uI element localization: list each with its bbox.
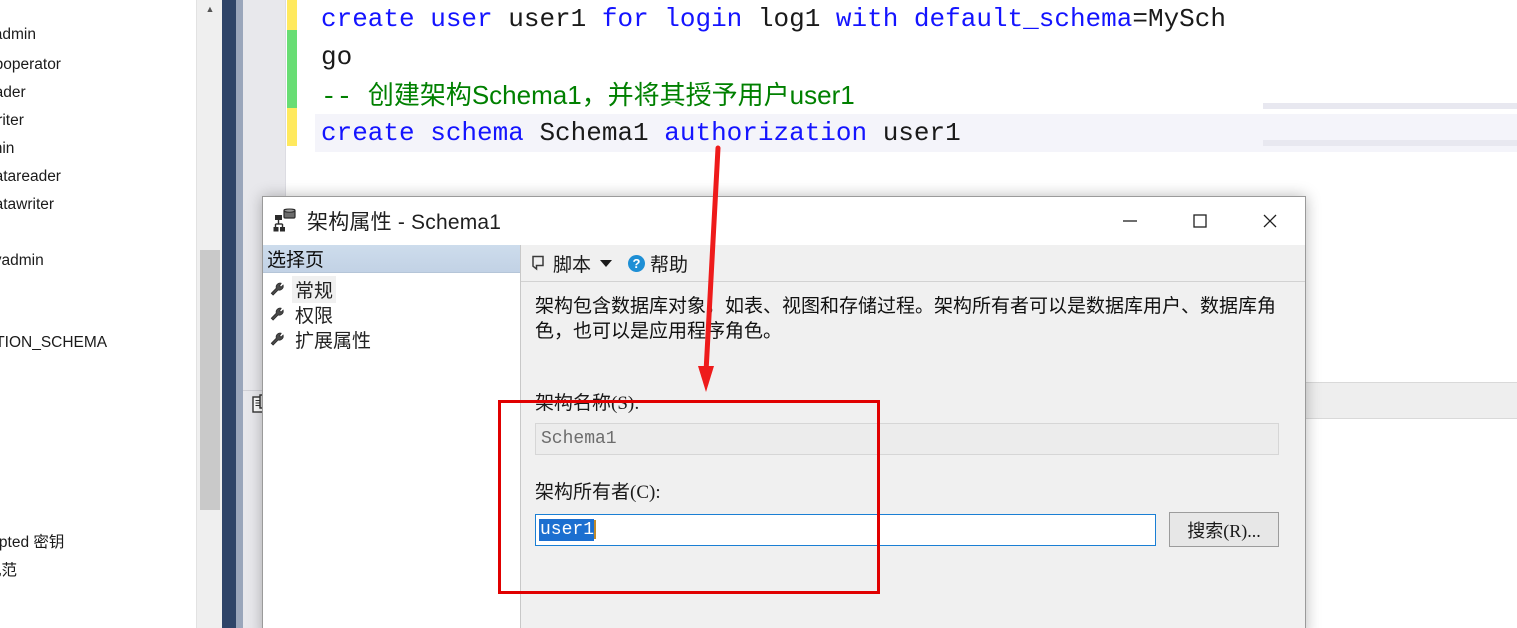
code-token: log1 xyxy=(757,4,836,34)
panel-separator xyxy=(1263,103,1517,109)
tree-item[interactable]: datareader xyxy=(0,168,61,186)
panel-separator xyxy=(1263,140,1517,146)
sidebar-item-label: 权限 xyxy=(295,306,334,327)
code-token: with default_schema xyxy=(835,4,1133,34)
change-marker-unsaved xyxy=(287,0,297,30)
tree-item[interactable]: datawriter xyxy=(0,196,54,214)
sidebar-item-label: 扩展属性 xyxy=(295,331,372,352)
sidebar-item-extended-properties[interactable]: 扩展属性 xyxy=(263,327,520,352)
dialog-page-selector[interactable]: 选择页 常规 权限 扩展属性 xyxy=(263,245,521,628)
code-token: =MySch xyxy=(1132,4,1226,34)
tree-item[interactable]: rypted 密钥 xyxy=(0,530,64,552)
change-marker-saved xyxy=(287,30,297,108)
dialog-titlebar[interactable]: 架构属性 - Schema1 xyxy=(263,197,1305,245)
code-token: user1 xyxy=(882,118,961,148)
schema-owner-value: user1 xyxy=(539,518,595,541)
help-icon: ? xyxy=(628,254,646,272)
tree-item[interactable]: ityadmin xyxy=(0,252,44,270)
maximize-button[interactable] xyxy=(1165,197,1235,245)
code-token: go xyxy=(321,42,353,72)
panel-rule xyxy=(1291,382,1517,383)
code-line-current[interactable]: create schema Schema1 authorization user… xyxy=(315,114,1517,152)
sidebar-item-permissions[interactable]: 权限 xyxy=(263,302,520,327)
code-token: -- xyxy=(321,82,368,112)
code-token: for login xyxy=(601,4,758,34)
object-explorer-tree[interactable]: sadmin upoperator eader writer lmin data… xyxy=(0,0,196,628)
code-token: 创建架构Schema1，并将其授予用户user1 xyxy=(367,80,855,110)
chevron-down-icon[interactable] xyxy=(600,259,613,267)
schema-owner-input[interactable]: user1 xyxy=(535,513,1156,546)
panel-dock-edge-inner xyxy=(236,0,243,628)
tree-item[interactable]: 规范 xyxy=(0,558,17,580)
window-controls xyxy=(1095,197,1305,245)
schema-owner-row: user1 搜索(R)... xyxy=(535,512,1279,547)
wrench-icon xyxy=(269,331,287,349)
schema-name-label: 架构名称(S): xyxy=(535,393,640,414)
close-button[interactable] xyxy=(1235,197,1305,245)
tree-item[interactable]: upoperator xyxy=(0,56,61,74)
tree-item[interactable]: lmin xyxy=(0,140,14,158)
screen-root: sadmin upoperator eader writer lmin data… xyxy=(0,0,1517,628)
page-selector-list[interactable]: 常规 权限 扩展属性 xyxy=(263,273,520,628)
text-caret xyxy=(594,520,597,539)
page-selector-header: 选择页 xyxy=(263,245,520,273)
schema-properties-dialog[interactable]: 架构属性 - Schema1 选择页 常规 权限 扩展属性 脚本 ? 帮助 架构… xyxy=(262,196,1306,628)
code-text[interactable]: create user user1 for login log1 with de… xyxy=(315,0,1517,152)
code-token: create user xyxy=(321,4,509,34)
script-button[interactable]: 脚本 xyxy=(530,250,613,277)
code-token: Schema1 xyxy=(539,118,665,148)
tree-item[interactable]: writer xyxy=(0,112,24,130)
script-icon xyxy=(530,254,548,272)
code-token: user1 xyxy=(508,4,602,34)
wrench-icon xyxy=(269,281,287,299)
search-button[interactable]: 搜索(R)... xyxy=(1169,512,1279,547)
schema-name-input: Schema1 xyxy=(535,423,1279,455)
code-line[interactable]: go xyxy=(321,38,1517,76)
change-marker-unsaved xyxy=(287,108,297,146)
schema-form: 架构名称(S): Schema1 架构所有者(C): user1 搜索(R)..… xyxy=(521,388,1305,547)
schema-name-value: Schema1 xyxy=(541,429,617,449)
panel-dock-edge xyxy=(222,0,236,628)
tree-item[interactable]: ATION_SCHEMA xyxy=(0,334,107,352)
scrollbar-thumb[interactable] xyxy=(200,250,220,510)
dialog-title: 架构属性 - Schema1 xyxy=(307,211,502,234)
tree-item[interactable]: sadmin xyxy=(0,26,36,44)
help-button[interactable]: ? 帮助 xyxy=(628,250,688,277)
tree-item[interactable]: eader xyxy=(0,84,26,102)
dialog-toolbar: 脚本 ? 帮助 xyxy=(521,245,1305,282)
dialog-description: 架构包含数据库对象，如表、视图和存储过程。架构所有者可以是数据库用户、数据库角色… xyxy=(535,296,1277,342)
minimize-button[interactable] xyxy=(1095,197,1165,245)
panel-rule xyxy=(1291,418,1517,419)
wrench-icon xyxy=(269,306,287,324)
schema-owner-label: 架构所有者(C): xyxy=(535,482,661,503)
script-label: 脚本 xyxy=(553,254,592,276)
dialog-content: 脚本 ? 帮助 架构包含数据库对象，如表、视图和存储过程。架构所有者可以是数据库… xyxy=(521,245,1305,628)
scroll-up-icon[interactable]: ▲ xyxy=(197,0,223,18)
panel-band xyxy=(1291,383,1517,418)
schema-icon xyxy=(273,208,299,234)
object-explorer-scrollbar[interactable]: ▲ xyxy=(196,0,223,628)
sidebar-item-label: 常规 xyxy=(292,276,337,303)
sidebar-item-general[interactable]: 常规 xyxy=(263,276,520,303)
help-label: 帮助 xyxy=(650,254,689,276)
dialog-body: 选择页 常规 权限 扩展属性 脚本 ? 帮助 架构包含数据库对象，如表、视图和存… xyxy=(263,245,1305,628)
code-line[interactable]: create user user1 for login log1 with de… xyxy=(321,0,1517,38)
code-token: authorization xyxy=(664,118,883,148)
code-token: create schema xyxy=(321,118,540,148)
